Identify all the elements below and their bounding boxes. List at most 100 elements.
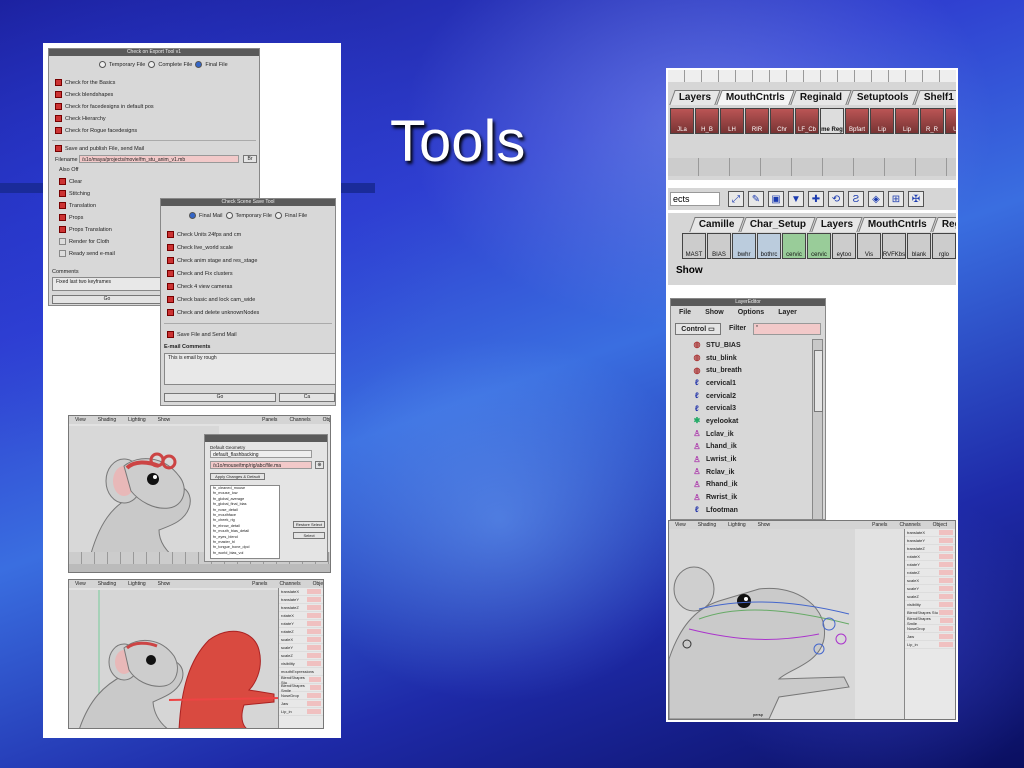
mouse-viewport-top[interactable]: View Shading Lighting Show Panels Channe… (68, 415, 331, 573)
channel-value[interactable] (939, 594, 953, 599)
tab-shelf1[interactable]: Shelf1 (914, 90, 956, 105)
path-field[interactable]: /s1o/mouse/tmp/rig/abc/file.ma (210, 461, 312, 469)
channel-row[interactable]: rotateY (905, 561, 955, 569)
rig-viewport[interactable]: View Shading Lighting Show Panels Channe… (668, 520, 956, 720)
menu-shading[interactable]: Shading (698, 521, 716, 529)
show-label[interactable]: Show (676, 265, 703, 276)
checkbox[interactable] (59, 226, 66, 233)
radio-temp[interactable] (99, 61, 106, 68)
apply-button[interactable]: Apply Changes & Default (210, 473, 265, 480)
shelf-icon[interactable]: RVFKbs (882, 233, 906, 259)
tab-setuptools[interactable]: Setuptools (847, 90, 919, 105)
checkbox[interactable] (59, 202, 66, 209)
layer-list[interactable]: ◍ STU_BIAS ◍ stu_blink ◍ stu_breath ℓ cervic… (675, 339, 815, 519)
rotate-tool-icon[interactable]: ⟲ (828, 191, 844, 207)
channel-row[interactable]: translateX (905, 529, 955, 537)
sub-check[interactable]: Ready send e-mail (59, 250, 115, 257)
menu-lighting[interactable]: Lighting (728, 521, 746, 529)
layer-item[interactable]: ♙ Rwrist_ik (675, 491, 815, 504)
go-button[interactable]: Go (164, 393, 276, 402)
sub-check[interactable]: Translation (59, 202, 96, 209)
channel-row[interactable]: visibility (279, 660, 323, 668)
restore-select-button[interactable]: Restore Select (293, 521, 325, 528)
shelf-icon[interactable]: Lip (870, 108, 894, 134)
channel-value[interactable] (307, 653, 321, 658)
filename-field[interactable]: /s1o/maya/projects/movie/fm_stu_anim_v1.… (79, 155, 239, 163)
layer-scrollbar[interactable] (812, 339, 823, 519)
channel-row[interactable]: NoseDrop (905, 625, 955, 633)
radio-temp[interactable] (225, 212, 233, 219)
shelf-icon[interactable]: cervic (782, 233, 806, 259)
tab-mouthcntrls[interactable]: MouthCntrls (858, 217, 937, 232)
lasso-tool-icon[interactable]: ✎ (748, 191, 764, 207)
cancel-button[interactable]: Ca (279, 393, 335, 402)
snap-tool-icon[interactable]: ✠ (908, 191, 924, 207)
menu-object[interactable]: Object (313, 580, 323, 588)
radio-final-mail[interactable] (189, 212, 196, 219)
curve-tool-icon[interactable]: Ƨ (848, 191, 864, 207)
sub-check[interactable]: Clear (59, 178, 82, 185)
channel-value[interactable] (307, 597, 321, 602)
save-send-row[interactable]: Save File and Send Mail (167, 331, 237, 338)
channel-row[interactable]: scaleX (905, 577, 955, 585)
check-row[interactable]: Check blendshapes (55, 91, 113, 98)
channel-row[interactable]: rotateZ (279, 628, 323, 636)
check-row[interactable]: Check Hierarchy (55, 115, 106, 122)
dropdown-icon[interactable]: ▼ (788, 191, 804, 207)
shelf-icon[interactable]: LF_Cb (795, 108, 819, 134)
channel-row[interactable]: scaleY (279, 644, 323, 652)
shelf-icon[interactable]: bothrc (757, 233, 781, 259)
select-tool-icon[interactable]: ⤢ (728, 191, 744, 207)
check-row[interactable]: Check Units 24fps and cm (167, 231, 241, 238)
menu-show[interactable]: Show (758, 521, 771, 529)
layer-item[interactable]: ♙ Lclav_ik (675, 428, 815, 441)
channel-value[interactable] (939, 554, 953, 559)
check-row[interactable]: Check and Fix clusters (167, 270, 233, 277)
channel-row[interactable]: scaleX (279, 636, 323, 644)
email-comments-field[interactable]: This is email by rough (164, 353, 335, 385)
mouse-viewport-bottom[interactable]: View Shading Lighting Show Panels Channe… (68, 579, 324, 729)
browse-icon[interactable]: ⊕ (315, 461, 324, 469)
channel-row[interactable]: rotateZ (905, 569, 955, 577)
checkbox[interactable] (55, 79, 62, 86)
channel-value[interactable] (939, 586, 953, 591)
layer-item[interactable]: ♙ Rhand_ik (675, 479, 815, 492)
filter-field[interactable]: * (753, 323, 821, 335)
channel-value[interactable] (307, 661, 321, 666)
channel-value[interactable] (939, 634, 953, 639)
checkbox[interactable] (59, 214, 66, 221)
layer-item[interactable]: ✱ eyelookat (675, 415, 815, 428)
channel-row[interactable]: Jaw (279, 700, 323, 708)
checkbox[interactable] (167, 231, 174, 238)
select-button[interactable]: Select (293, 532, 325, 539)
layer-item[interactable]: ◍ stu_blink (675, 352, 815, 365)
checkbox[interactable] (167, 283, 174, 290)
sub-check[interactable]: Render for Cloth (59, 238, 109, 245)
menu-view[interactable]: View (75, 580, 86, 588)
layer-item[interactable]: ◍ STU_BIAS (675, 339, 815, 352)
channel-row[interactable]: rotateY (279, 620, 323, 628)
checkbox[interactable] (59, 250, 66, 257)
channel-row[interactable]: NoseDrop (279, 692, 323, 700)
menu-lighting[interactable]: Lighting (128, 416, 146, 424)
layer-item[interactable]: ℓ cervical2 (675, 390, 815, 403)
menu-view[interactable]: View (75, 416, 86, 424)
channel-value[interactable] (939, 562, 953, 567)
channel-row[interactable]: Lip_in (279, 708, 323, 716)
menu-channels[interactable]: Channels (279, 580, 300, 588)
channel-value[interactable] (939, 642, 953, 647)
shelf-icon[interactable]: H_B (695, 108, 719, 134)
checkbox[interactable] (55, 91, 62, 98)
channel-row[interactable]: scaleZ (905, 593, 955, 601)
sculpt-tool-icon[interactable]: ◈ (868, 191, 884, 207)
shelf-icon[interactable]: Bpfart (845, 108, 869, 134)
check-row[interactable]: Check basic and lock cam_wide (167, 296, 255, 303)
tab-layers[interactable]: Layers (810, 217, 863, 232)
channel-value[interactable] (307, 613, 321, 618)
channel-value[interactable] (307, 629, 321, 634)
channel-row[interactable]: translateZ (905, 545, 955, 553)
channel-value[interactable] (309, 685, 321, 690)
checkbox[interactable] (59, 190, 66, 197)
menu-object[interactable]: Object (933, 521, 947, 529)
checkbox[interactable] (55, 103, 62, 110)
